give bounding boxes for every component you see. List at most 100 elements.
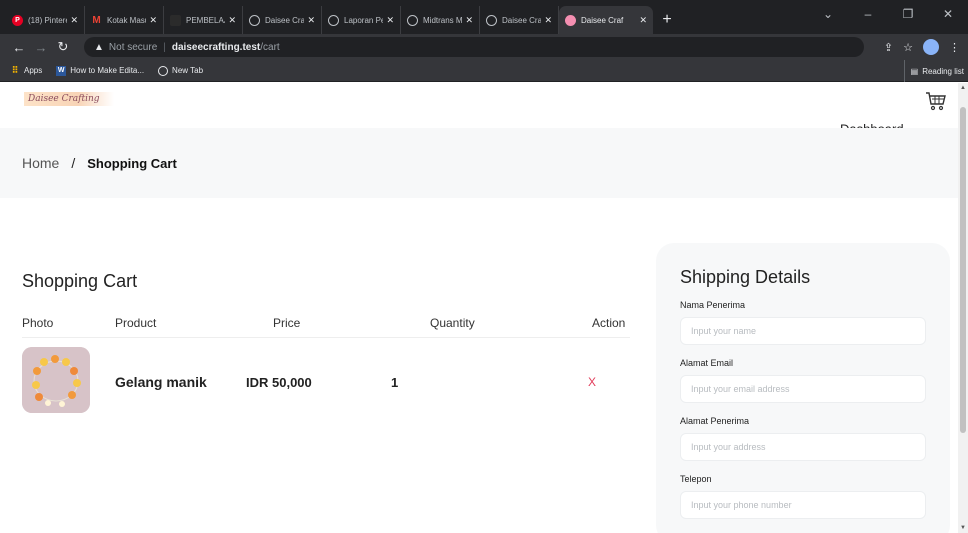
browser-tab-strip: P (18) Pintere ✕ M Kotak Masu ✕ PEMBELAJ… [0, 0, 968, 34]
browser-tab[interactable]: Daisee Craf ✕ [480, 6, 559, 34]
cart-title: Shopping Cart [22, 271, 138, 291]
tab-title: Daisee Craf [502, 15, 542, 25]
reading-list-label: Reading list [922, 66, 964, 76]
column-header-quantity: Quantity [430, 316, 475, 330]
phone-input[interactable] [680, 491, 926, 519]
pinterest-icon: P [12, 14, 23, 26]
minimize-icon[interactable]: – [848, 7, 888, 21]
column-header-action: Action [592, 316, 626, 330]
site-icon [170, 14, 181, 26]
globe-icon [407, 14, 418, 26]
security-status: Not secure [108, 41, 158, 53]
breadcrumb: Home / Shopping Cart [0, 128, 958, 198]
scroll-down-icon[interactable]: ▼ [960, 525, 966, 531]
bookmark-apps[interactable]: ⠿ Apps [10, 65, 43, 76]
bookmark-new-tab[interactable]: New Tab [158, 65, 204, 76]
browser-tab[interactable]: PEMBELAJ ✕ [164, 6, 243, 34]
tab-title: Midtrans M [423, 15, 463, 25]
url-host: daiseecrafting.test [171, 41, 261, 53]
restore-icon[interactable]: ❐ [888, 7, 928, 21]
share-icon[interactable]: ⇪ [884, 41, 893, 54]
bookmark-label: Apps [24, 66, 43, 75]
close-icon[interactable]: ✕ [386, 15, 394, 26]
chevron-down-icon[interactable]: ⌄ [808, 7, 848, 21]
bookmark-word-doc[interactable]: W How to Make Edita... [56, 65, 145, 76]
back-arrow-icon[interactable]: ← [8, 40, 30, 55]
browser-tab[interactable]: Midtrans M ✕ [401, 6, 480, 34]
recipient-name-input[interactable] [680, 317, 926, 345]
column-header-price: Price [273, 316, 301, 330]
reading-list-button[interactable]: ▤ Reading list [903, 60, 964, 82]
browser-tab[interactable]: Laporan Pe ✕ [322, 6, 401, 34]
breadcrumb-home-link[interactable]: Home [22, 155, 59, 171]
divider: | [163, 41, 166, 53]
url-path: /cart [260, 41, 280, 53]
close-icon[interactable]: ✕ [228, 15, 236, 26]
breadcrumb-current: Shopping Cart [87, 155, 177, 171]
browser-tab[interactable]: Daisee Craf ✕ [243, 6, 322, 34]
close-icon[interactable]: ✕ [465, 15, 473, 26]
close-window-icon[interactable]: ✕ [928, 7, 968, 21]
globe-icon [158, 65, 169, 76]
close-icon[interactable]: ✕ [149, 15, 157, 26]
globe-icon [486, 14, 497, 26]
tab-title: Kotak Masu [107, 15, 147, 25]
close-icon[interactable]: ✕ [70, 15, 78, 26]
window-controls: ⌄ – ❐ ✕ [808, 0, 968, 28]
address-bar[interactable]: ▲ Not secure | daiseecrafting.test /cart [84, 37, 864, 57]
profile-avatar-icon[interactable] [923, 39, 939, 55]
globe-icon [328, 14, 339, 26]
apps-grid-icon: ⠿ [11, 65, 19, 75]
browser-tab[interactable]: P (18) Pintere ✕ [6, 6, 85, 34]
address-input[interactable] [680, 433, 926, 461]
column-header-product: Product [115, 316, 157, 330]
page-scrollbar[interactable]: ▲ ▼ [958, 83, 968, 533]
close-icon[interactable]: ✕ [639, 15, 647, 26]
site-logo[interactable]: Daisee Crafting [24, 92, 114, 106]
email-input[interactable] [680, 375, 926, 403]
reload-icon[interactable]: ↻ [52, 39, 74, 55]
site-header: Daisee Crafting Dashboard [0, 83, 958, 137]
breadcrumb-separator: / [71, 155, 76, 171]
shopping-cart-icon[interactable] [925, 91, 947, 111]
product-photo [22, 347, 90, 413]
scrollbar-thumb[interactable] [960, 107, 966, 433]
cart-row: Gelang manik IDR 50,000 1 X [22, 347, 630, 417]
cart-table-header: Photo Product Price Quantity Action [22, 316, 630, 338]
shipping-title: Shipping Details [680, 267, 811, 287]
close-icon[interactable]: ✕ [544, 15, 552, 26]
tab-title: PEMBELAJ [186, 15, 226, 25]
reading-list-icon: ▤ [910, 66, 919, 76]
field-label-address: Alamat Penerima [680, 416, 750, 426]
browser-tab-active[interactable]: Daisee Craf ✕ [559, 6, 653, 34]
tab-title: Daisee Craf [581, 15, 624, 25]
browser-toolbar: ← → ↻ ▲ Not secure | daiseecrafting.test… [0, 34, 968, 60]
cart-item-quantity: 1 [391, 375, 399, 390]
word-icon: W [56, 65, 67, 76]
star-icon[interactable]: ☆ [903, 41, 913, 54]
more-menu-icon[interactable]: ⋮ [949, 41, 960, 54]
cart-item-price: IDR 50,000 [246, 375, 312, 390]
pink-circle-icon [565, 14, 576, 26]
cart-item-product: Gelang manik [115, 374, 207, 390]
warning-icon: ▲ [94, 41, 104, 53]
remove-item-button[interactable]: X [588, 375, 596, 389]
scroll-up-icon[interactable]: ▲ [960, 85, 966, 91]
field-label-name: Nama Penerima [680, 300, 746, 310]
bookmark-label: New Tab [172, 66, 204, 75]
bookmark-label: How to Make Edita... [70, 66, 145, 75]
tab-title: (18) Pintere [28, 15, 68, 25]
forward-arrow-icon[interactable]: → [30, 40, 52, 55]
shipping-details-panel: Shipping Details Nama Penerima Alamat Em… [656, 243, 950, 533]
bookmarks-bar: ⠿ Apps W How to Make Edita... New Tab ▤ … [0, 60, 968, 82]
tab-title: Laporan Pe [344, 15, 384, 25]
browser-tab[interactable]: M Kotak Masu ✕ [85, 6, 164, 34]
new-tab-button[interactable]: + [653, 6, 681, 34]
close-icon[interactable]: ✕ [307, 15, 315, 26]
page-content: Daisee Crafting Dashboard Home / Shoppin… [0, 83, 958, 533]
globe-icon [249, 14, 260, 26]
tab-title: Daisee Craf [265, 15, 305, 25]
field-label-phone: Telepon [680, 474, 712, 484]
column-header-photo: Photo [22, 316, 54, 330]
field-label-email: Alamat Email [680, 358, 734, 368]
